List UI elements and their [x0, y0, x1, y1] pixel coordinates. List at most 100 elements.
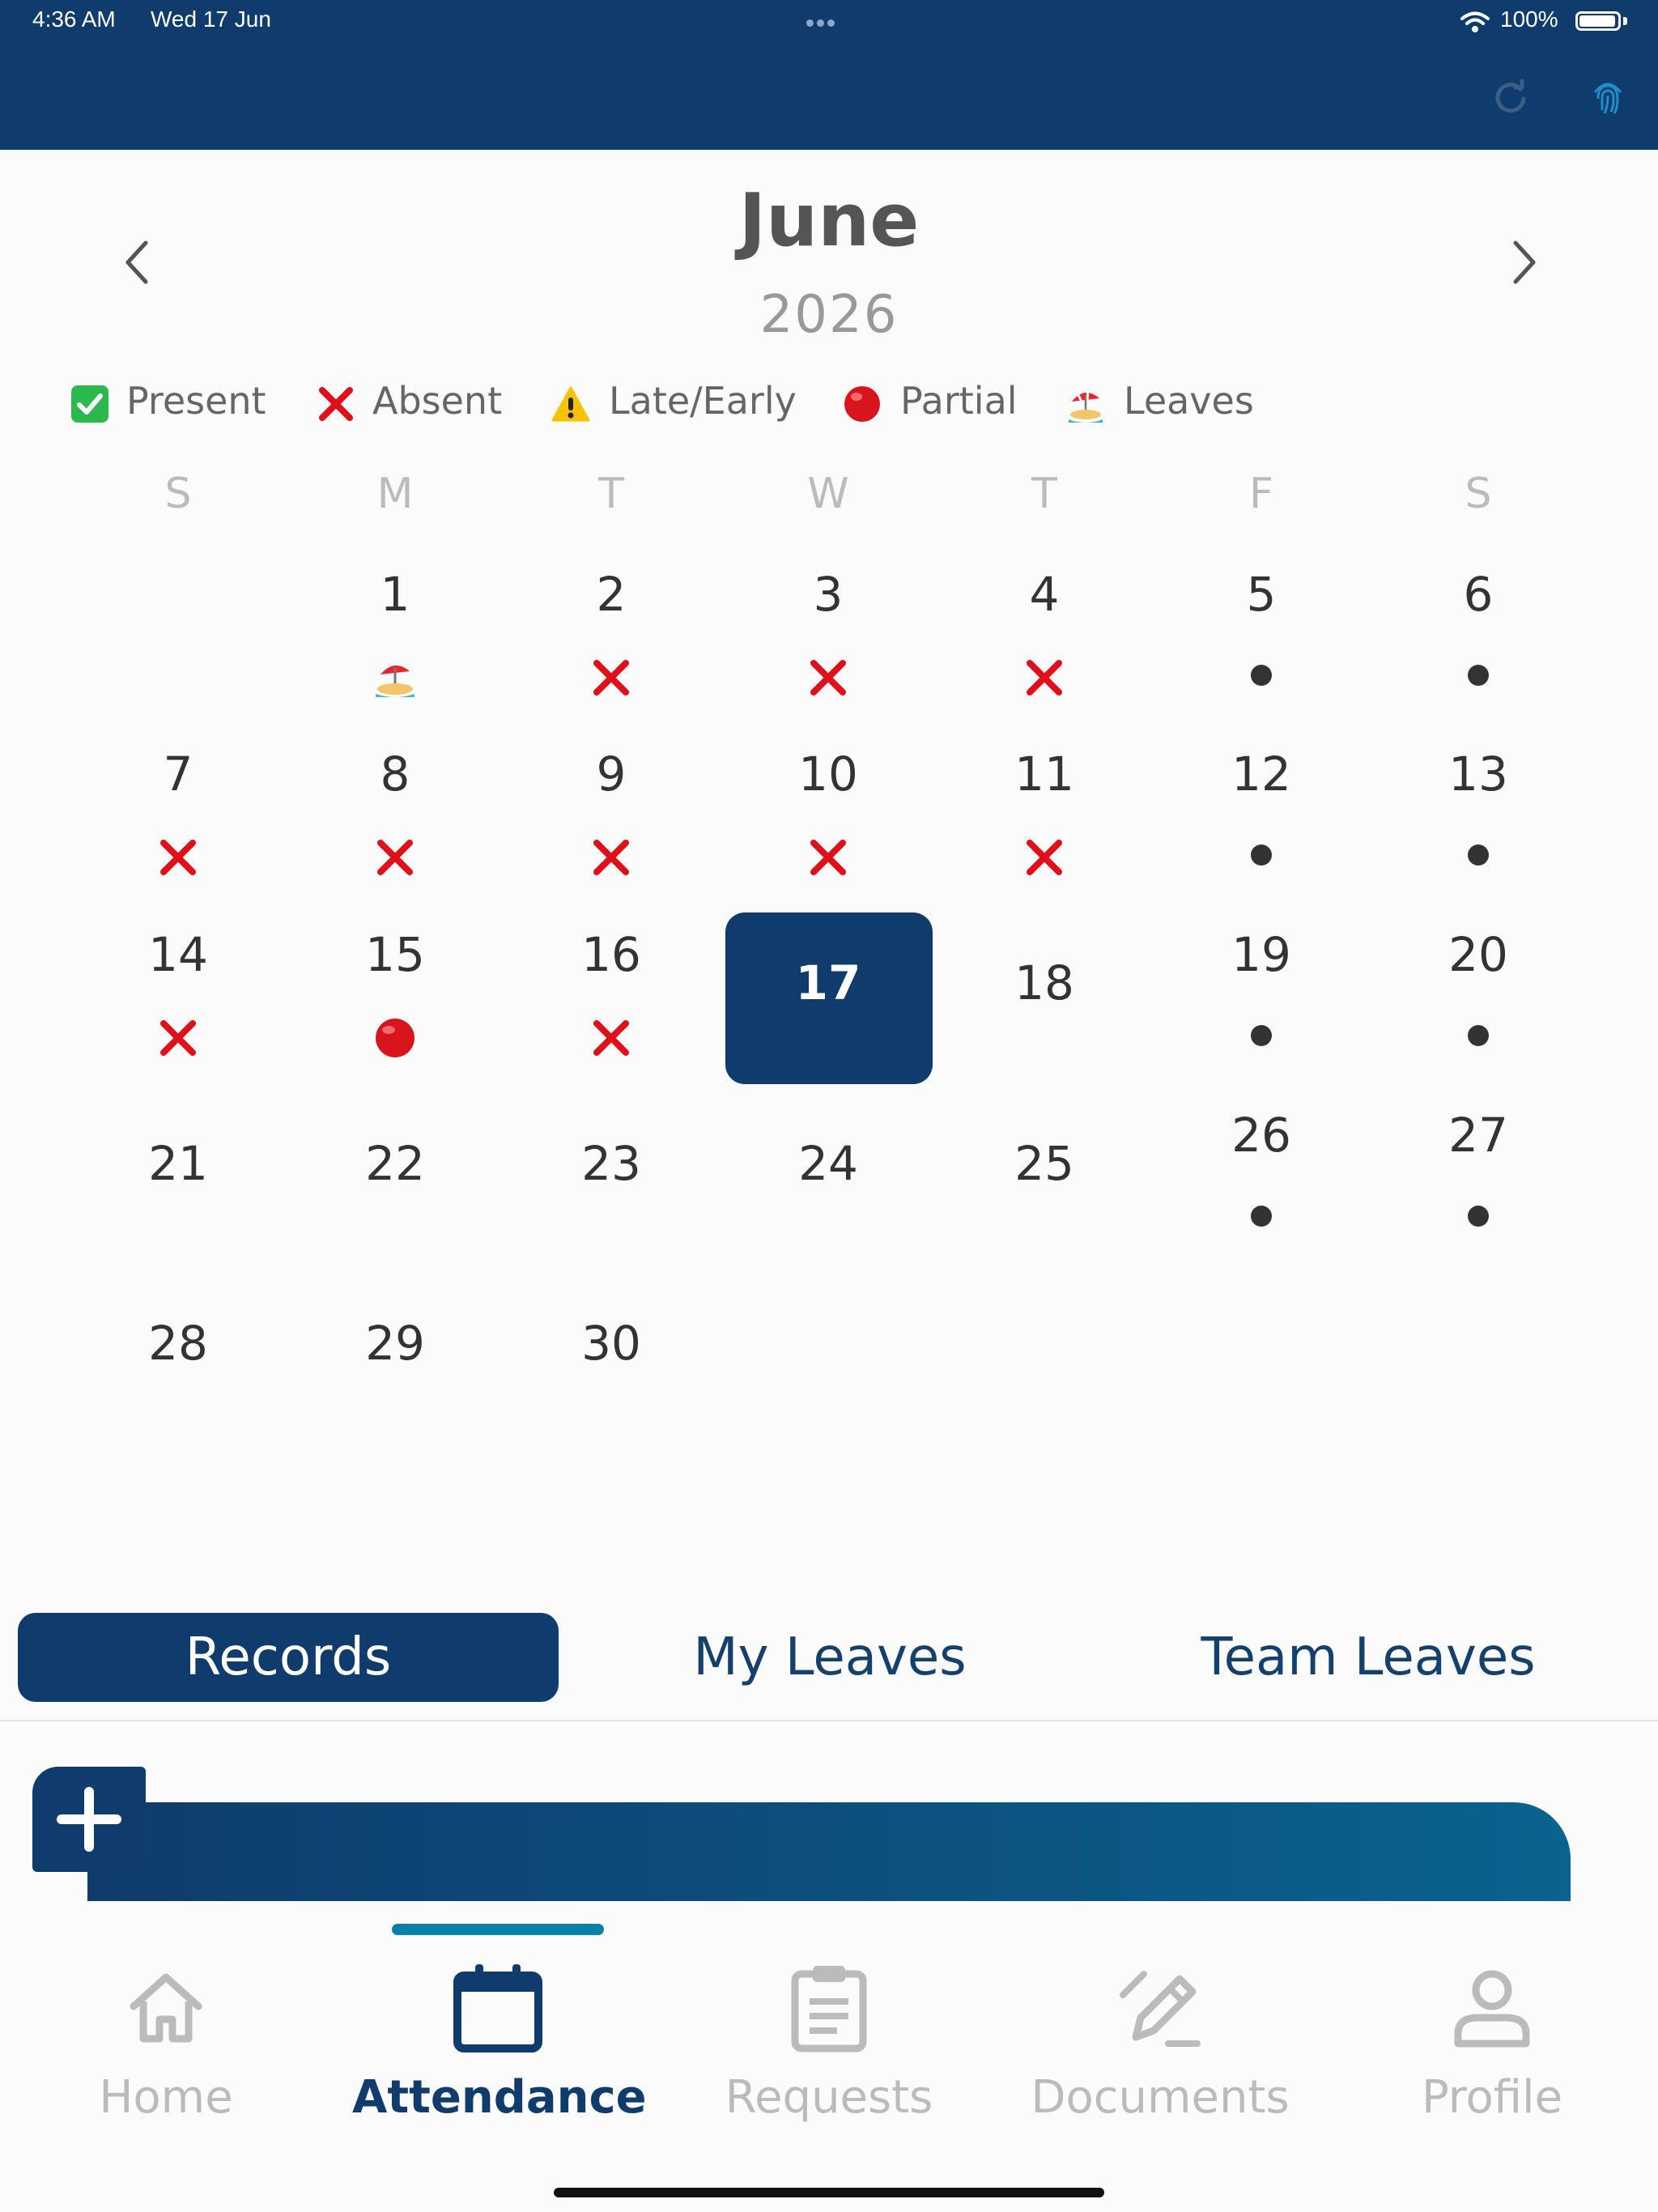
calendar-day-24[interactable]: 24	[767, 1136, 889, 1191]
status-date: Wed 17 Jun	[151, 6, 271, 32]
calendar-day-29[interactable]: 29	[334, 1316, 456, 1371]
weekend-dot-icon	[1468, 1206, 1489, 1227]
absent-x-icon	[593, 1020, 629, 1056]
weekend-dot-icon	[1251, 844, 1272, 866]
nav-label: Documents	[1031, 2071, 1290, 2124]
absent-x-icon	[593, 660, 629, 696]
absent-x-icon	[160, 840, 196, 875]
weekend-dot-icon	[1251, 1025, 1272, 1046]
tab-divider	[0, 1720, 1658, 1721]
absent-x-icon	[377, 840, 413, 875]
nav-documents[interactable]: Documents	[1014, 1959, 1306, 2124]
nav-label: Attendance	[352, 2071, 647, 2124]
nav-label: Home	[99, 2071, 233, 2124]
battery-percentage: 100%	[1500, 6, 1558, 32]
calendar-day-7[interactable]: 7	[117, 747, 239, 802]
leaves-beach-icon	[1069, 389, 1103, 423]
calendar-day-13[interactable]: 13	[1418, 747, 1539, 802]
nav-label: Requests	[725, 2071, 933, 2124]
calendar-day-27[interactable]: 27	[1418, 1108, 1539, 1163]
calendar-day-18[interactable]: 18	[984, 955, 1105, 1010]
multitasking-dots-icon[interactable]	[805, 15, 836, 30]
absent-x-icon	[593, 840, 629, 875]
edit-document-icon	[1120, 1971, 1201, 2047]
legend-label: Absent	[372, 379, 503, 423]
calendar-day-4[interactable]: 4	[984, 567, 1105, 622]
weekend-dot-icon	[1251, 665, 1272, 686]
calendar-day-16[interactable]: 16	[551, 927, 672, 982]
app-header: 4:36 AM Wed 17 Jun 100%	[0, 0, 1658, 150]
leaves-beach-icon	[376, 665, 414, 697]
absent-x-icon	[810, 840, 846, 875]
nav-attendance[interactable]: Attendance	[352, 1959, 647, 2124]
absent-x-icon	[319, 387, 353, 421]
plus-icon-vertical	[84, 1787, 94, 1852]
previous-month-chevron-icon[interactable]	[113, 235, 162, 291]
calendar-day-21[interactable]: 21	[117, 1136, 239, 1191]
calendar-day-19[interactable]: 19	[1201, 927, 1322, 982]
fingerprint-icon[interactable]	[1587, 76, 1629, 118]
battery-icon	[1575, 11, 1621, 31]
legend-label: Partial	[900, 379, 1018, 423]
calendar-icon	[453, 1964, 542, 2052]
calendar-day-15[interactable]: 15	[334, 927, 456, 982]
next-month-chevron-icon[interactable]	[1499, 235, 1548, 291]
weekday-header: S	[164, 470, 192, 518]
add-record-button[interactable]	[32, 1767, 146, 1872]
partial-red-dot-icon	[376, 1019, 414, 1057]
absent-x-icon	[810, 660, 846, 696]
partial-red-dot-icon	[844, 386, 880, 422]
weekend-dot-icon	[1251, 1206, 1272, 1227]
calendar-day-30[interactable]: 30	[551, 1316, 672, 1371]
records-card	[87, 1802, 1571, 1908]
calendar-day-6[interactable]: 6	[1418, 567, 1539, 622]
legend-label: Leaves	[1124, 379, 1254, 423]
refresh-icon[interactable]	[1491, 78, 1530, 117]
tab-team-leaves[interactable]: Team Leaves	[1158, 1613, 1579, 1702]
calendar-day-12[interactable]: 12	[1201, 747, 1322, 802]
weekday-header: S	[1465, 470, 1492, 518]
calendar-day-28[interactable]: 28	[117, 1316, 239, 1371]
calendar-day-14[interactable]: 14	[117, 927, 239, 982]
calendar-day-1[interactable]: 1	[334, 567, 456, 622]
nav-label: Profile	[1421, 2071, 1563, 2124]
nav-requests[interactable]: Requests	[683, 1959, 975, 2124]
calendar-day-9[interactable]: 9	[551, 747, 672, 802]
weekday-header: F	[1249, 470, 1273, 518]
person-icon	[1454, 1970, 1530, 2048]
calendar-day-26[interactable]: 26	[1201, 1108, 1322, 1163]
weekday-header: W	[807, 470, 849, 518]
status-time: 4:36 AM	[32, 6, 116, 32]
present-check-icon	[71, 385, 108, 423]
home-icon	[130, 1973, 202, 2043]
calendar-year: 2026	[759, 285, 899, 345]
home-indicator	[554, 2188, 1104, 2197]
calendar-day-11[interactable]: 11	[984, 747, 1105, 802]
calendar-day-5[interactable]: 5	[1201, 567, 1322, 622]
calendar-day-22[interactable]: 22	[334, 1136, 456, 1191]
tab-my-leaves[interactable]: My Leaves	[615, 1613, 1044, 1702]
calendar-day-23[interactable]: 23	[551, 1136, 672, 1191]
weekday-header: M	[376, 470, 414, 518]
weekend-dot-icon	[1468, 844, 1489, 866]
calendar-day-3[interactable]: 3	[767, 567, 889, 622]
calendar-day-10[interactable]: 10	[767, 747, 889, 802]
calendar-day-20[interactable]: 20	[1418, 927, 1539, 982]
weekend-dot-icon	[1468, 665, 1489, 686]
absent-x-icon	[1027, 840, 1062, 875]
nav-home[interactable]: Home	[20, 1959, 312, 2124]
active-tab-indicator	[392, 1924, 604, 1935]
weekday-header: T	[1031, 470, 1057, 518]
late-early-warning-icon	[551, 386, 590, 422]
nav-profile[interactable]: Profile	[1346, 1959, 1638, 2124]
calendar-day-2[interactable]: 2	[551, 567, 672, 622]
calendar-day-8[interactable]: 8	[334, 747, 456, 802]
absent-x-icon	[1027, 660, 1062, 696]
calendar-month: June	[738, 178, 920, 263]
tab-records[interactable]: Records	[18, 1613, 559, 1702]
legend-label: Late/Early	[609, 379, 797, 423]
weekday-header: T	[598, 470, 624, 518]
calendar-day-25[interactable]: 25	[984, 1136, 1105, 1191]
absent-x-icon	[160, 1020, 196, 1056]
calendar-day-17[interactable]: 17	[767, 955, 889, 1010]
